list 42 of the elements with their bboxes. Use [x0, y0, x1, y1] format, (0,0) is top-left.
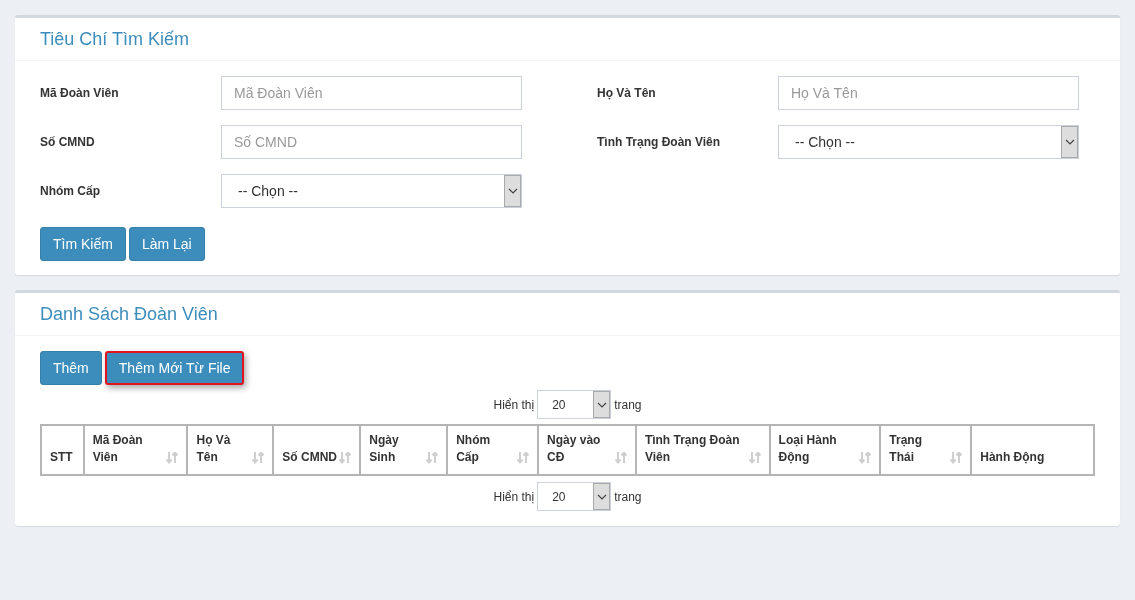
column-header[interactable]: Tình Trạng Đoàn Viên	[635, 425, 770, 475]
column-header[interactable]: Loại Hành Động	[769, 425, 881, 475]
panel-title: Tiêu Chí Tìm Kiếm	[40, 27, 190, 51]
action-button[interactable]: Làm Lại	[128, 227, 205, 261]
page-size-label: trang	[614, 488, 642, 506]
input-field[interactable]: Mã Đoàn Viên	[221, 76, 522, 110]
page-size-label: Hiển thị	[493, 488, 535, 506]
field-label: Nhóm Cấp	[40, 183, 101, 200]
sort-icon[interactable]	[950, 452, 963, 464]
sort-icon[interactable]	[426, 452, 439, 464]
column-header[interactable]: Ngày Sinh	[360, 425, 448, 475]
sort-icon[interactable]	[166, 452, 179, 464]
column-header[interactable]: Số CMND	[273, 425, 361, 475]
select-field[interactable]: -- Chọn --	[778, 125, 1079, 159]
column-header: STT	[41, 425, 84, 475]
page-size-select[interactable]: 20	[537, 482, 612, 511]
input-field[interactable]: Số CMND	[221, 125, 522, 159]
sort-icon[interactable]	[339, 452, 352, 464]
field-label: Họ Và Tên	[597, 85, 657, 102]
field-label: Số CMND	[40, 134, 96, 151]
action-button[interactable]: Thêm Mới Từ File	[104, 351, 245, 385]
panel-title: Danh Sách Đoàn Viên	[40, 302, 218, 326]
select-field[interactable]: -- Chọn --	[221, 174, 522, 208]
page-size-select[interactable]: 20	[537, 390, 612, 419]
sort-icon[interactable]	[517, 452, 530, 464]
page-size-label: trang	[614, 396, 642, 414]
column-header[interactable]: Mã Đoàn Viên	[83, 425, 188, 475]
column-header[interactable]: Ngày vào CĐ	[538, 425, 636, 475]
page-size-label: Hiển thị	[493, 396, 535, 414]
sort-icon[interactable]	[252, 452, 265, 464]
sort-icon[interactable]	[748, 452, 761, 464]
sort-icon[interactable]	[859, 452, 872, 464]
sort-icon[interactable]	[614, 452, 627, 464]
action-button[interactable]: Thêm	[40, 351, 102, 385]
column-header: Hành Động	[971, 425, 1094, 475]
field-label: Tình Trạng Đoàn Viên	[597, 134, 722, 151]
column-header[interactable]: Trạng Thái	[880, 425, 972, 475]
column-header[interactable]: Nhóm Cấp	[447, 425, 539, 475]
field-label: Mã Đoàn Viên	[40, 85, 120, 102]
action-button[interactable]: Tìm Kiếm	[40, 227, 126, 261]
input-field[interactable]: Họ Và Tên	[778, 76, 1079, 110]
column-header[interactable]: Họ Và Tên	[187, 425, 274, 475]
